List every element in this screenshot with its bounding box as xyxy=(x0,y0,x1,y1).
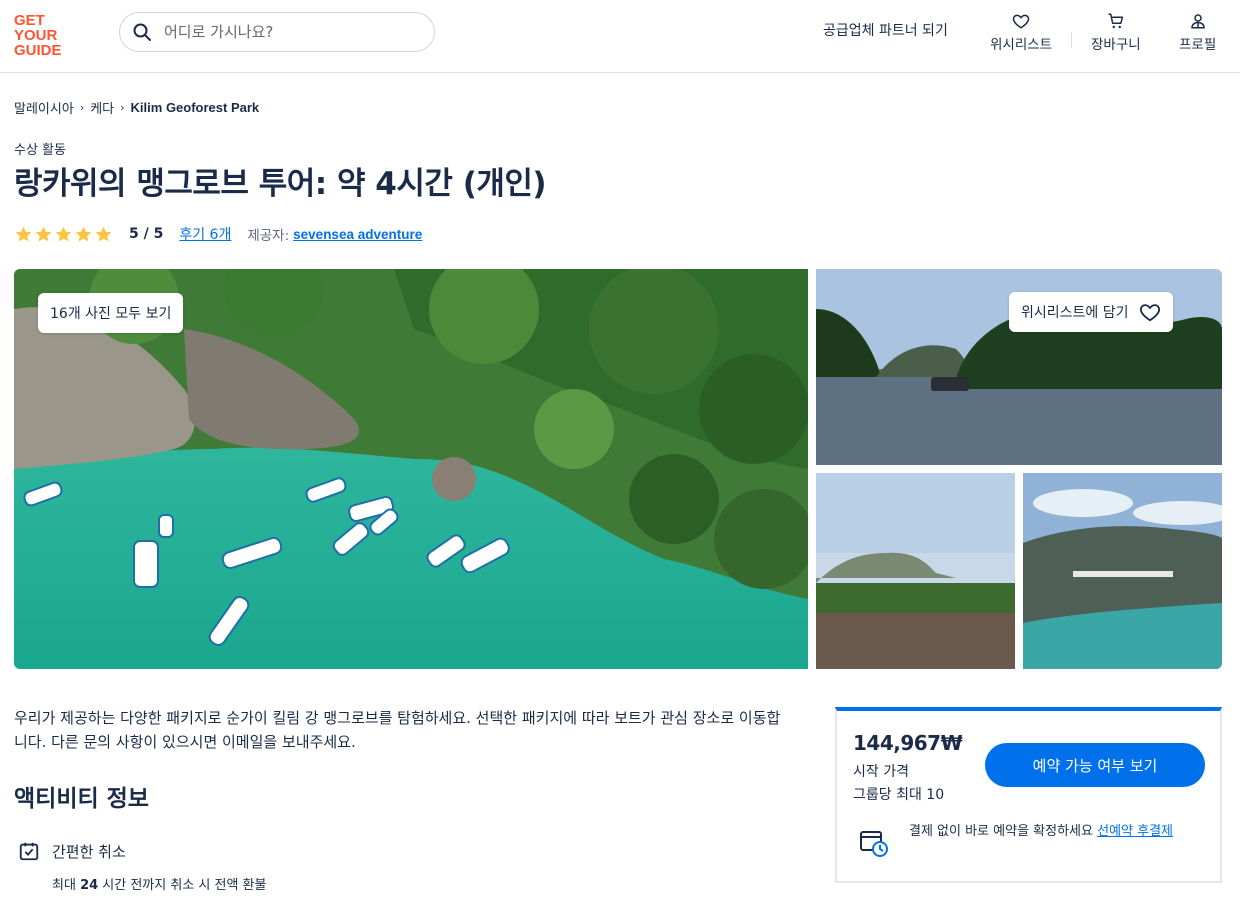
cancellation-desc-suffix: 시간 전까지 취소 시 전액 환불 xyxy=(102,878,267,893)
reserve-now-pay-later-text: 결제 없이 바로 예약을 확정하세요 선예약 후결제 xyxy=(909,821,1209,842)
page-title: 랑카위의 맹그로브 투어: 약 4시간 (개인) xyxy=(14,166,547,202)
profile-icon xyxy=(1190,14,1205,29)
star-icon xyxy=(95,226,112,242)
cart-icon xyxy=(1108,13,1123,29)
add-to-wishlist-label: 위시리스트에 담기 xyxy=(1021,305,1129,321)
star-icon xyxy=(55,226,72,242)
check-availability-button[interactable]: 예약 가능 여부 보기 xyxy=(985,743,1205,787)
breadcrumb-item-kedah[interactable]: 케다 xyxy=(90,98,114,117)
free-cancellation-desc: 최대 24 시간 전까지 취소 시 전액 환불 xyxy=(52,874,266,893)
star-icon xyxy=(15,226,32,242)
nav-wishlist-label: 위시리스트 xyxy=(990,37,1053,53)
top-header: GET YOUR GUIDE 공급업체 파트너 되기 위시리스트 장바구니 프로… xyxy=(0,0,1240,73)
nav-cart-label: 장바구니 xyxy=(1091,37,1141,53)
breadcrumb-item-kilim[interactable]: Kilim Geoforest Park xyxy=(131,100,260,115)
view-all-photos-label: 16개 사진 모두 보기 xyxy=(50,306,172,322)
heart-icon xyxy=(1012,14,1030,29)
rating-score: 5 / 5 xyxy=(129,226,164,242)
free-cancellation-title: 간편한 취소 xyxy=(52,842,126,861)
cancellation-hours: 24 xyxy=(80,878,99,893)
reviews-link[interactable]: 후기 6개 xyxy=(179,224,231,244)
cancellation-desc-prefix: 최대 xyxy=(52,878,76,893)
chevron-right-icon: › xyxy=(120,101,125,114)
provider-label: 제공자: xyxy=(247,228,290,244)
provider-link[interactable]: sevensea adventure xyxy=(293,227,422,242)
star-icon xyxy=(35,226,52,242)
breadcrumb-item-malaysia[interactable]: 말레이시아 xyxy=(14,98,74,117)
breadcrumb: 말레이시아 › 케다 › Kilim Geoforest Park xyxy=(14,98,259,117)
search-icon xyxy=(133,23,151,41)
star-icon xyxy=(75,226,92,242)
group-size-label: 그룹당 최대 10 xyxy=(853,787,945,803)
nav-cart[interactable]: 장바구니 xyxy=(1091,12,1141,53)
add-to-wishlist-button[interactable]: 위시리스트에 담기 xyxy=(1009,292,1173,332)
photo-geoforest-signboard[interactable] xyxy=(1023,473,1222,669)
getyourguide-logo[interactable]: GET YOUR GUIDE xyxy=(14,11,72,57)
free-cancellation-feature: 간편한 취소 xyxy=(18,840,126,862)
search-box[interactable] xyxy=(119,12,435,52)
booking-card: 144,967₩ 시작 가격 그룹당 최대 10 예약 가능 여부 보기 결제 … xyxy=(835,707,1222,883)
nav-profile-label: 프로필 xyxy=(1179,37,1217,53)
rating-row: 5 / 5 후기 6개 제공자: sevensea adventure xyxy=(14,224,422,244)
svg-text:GUIDE: GUIDE xyxy=(14,42,62,57)
activity-category: 수상 활동 xyxy=(14,143,66,158)
price-label: 시작 가격 xyxy=(853,764,909,780)
activity-description: 우리가 제공하는 다양한 패키지로 순가이 킬림 강 맹그로브를 탐험하세요. … xyxy=(14,709,781,751)
nav-wishlist[interactable]: 위시리스트 xyxy=(990,12,1052,53)
activity-info-heading: 액티비티 정보 xyxy=(14,786,149,812)
calendar-check-icon xyxy=(19,842,39,861)
chevron-right-icon: › xyxy=(79,101,85,114)
calendar-clock-icon xyxy=(860,831,888,857)
heart-icon xyxy=(1139,304,1160,322)
reserve-now-pay-later-link[interactable]: 선예약 후결제 xyxy=(1097,824,1173,839)
star-rating xyxy=(14,225,113,244)
price: 144,967₩ xyxy=(853,731,963,755)
search-input[interactable] xyxy=(162,22,406,42)
photo-river-cliff[interactable] xyxy=(816,473,1015,669)
view-all-photos-button[interactable]: 16개 사진 모두 보기 xyxy=(38,293,184,333)
reserve-text: 결제 없이 바로 예약을 확정하세요 xyxy=(909,824,1093,839)
nav-divider xyxy=(1071,32,1072,48)
supplier-partner-link[interactable]: 공급업체 파트너 되기 xyxy=(823,20,948,40)
nav-profile[interactable]: 프로필 xyxy=(1179,12,1216,53)
